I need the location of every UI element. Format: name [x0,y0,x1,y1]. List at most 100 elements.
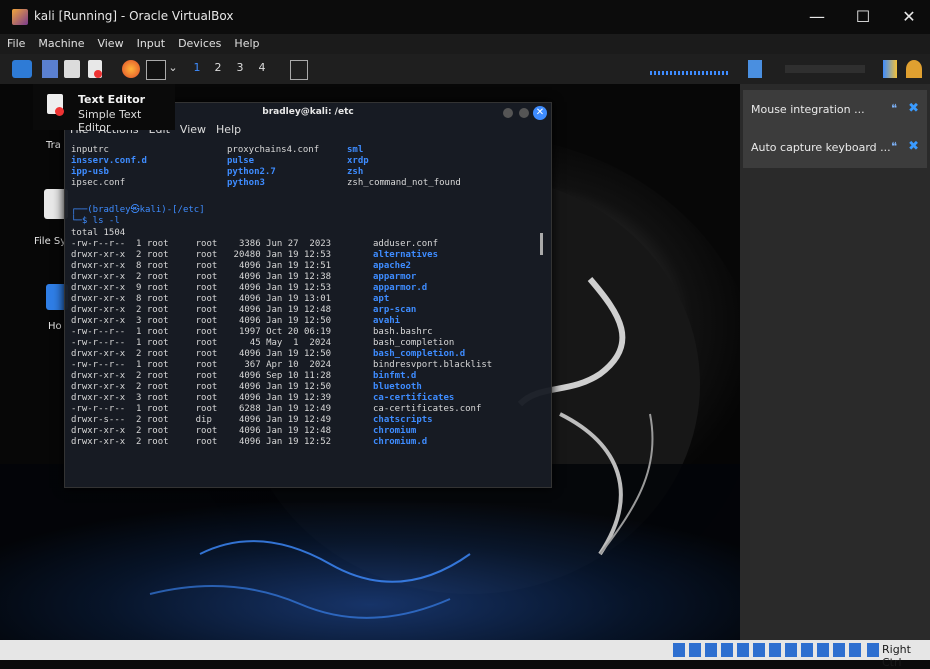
ls-entry-dir: sml [347,145,364,155]
vm-status-bar: Right Ctrl [0,640,930,669]
listing-row-dir-name: binfmt.d [373,371,417,381]
listing-row-dir-name: chatscripts [373,415,433,425]
text-editor-badge-icon [94,70,102,78]
listing-row-dir-name: chromium [373,426,417,436]
workspace-1[interactable]: 1 [190,61,204,74]
listing-row-file-name: ca-certificates.conf [373,404,482,414]
close-button[interactable]: ✕ [886,0,930,34]
taskbar-terminal-window-icon[interactable] [290,60,308,80]
command-line: └─$ ls -l [71,216,120,226]
notification-mouse-integration[interactable]: Mouse integration ... ❝ ✖ [743,90,927,130]
minimize-button[interactable]: — [794,0,840,34]
desktop-home-label[interactable]: Ho [48,321,62,332]
ls-entry: proxychains4.conf [227,145,320,155]
listing-row-dir-name: arp-scan [373,305,417,315]
chevron-down-icon[interactable]: ⌄ [166,61,180,74]
listing-row-meta: -rw-r--r-- 1 root root 1997 Oct 20 06:19 [71,327,332,337]
listing-row-meta: -rw-r--r-- 1 root root 45 May 1 2024 [71,338,332,348]
listing-row-dir-name: apparmor.d [373,283,428,293]
listing-row-file-name: bash.bashrc [373,327,433,337]
listing-row-meta: drwxr-xr-x 3 root root 4096 Jan 19 12:50 [71,316,332,326]
device-status-icons[interactable] [673,643,863,657]
ls-entry-dir: python2.7 [227,167,276,177]
terminal-window[interactable]: bradley@kali: /etc ✕ FileActionsEditView… [64,102,552,488]
listing-row-meta: drwxr-xr-x 2 root root 4096 Jan 19 12:50 [71,382,332,392]
ls-entry-dir: pulse [227,156,255,166]
menu-devices[interactable]: Devices [171,34,227,50]
terminal-close-icon[interactable]: ✕ [533,106,547,120]
desktop-trash-label[interactable]: Tra [46,140,61,151]
window-titlebar: kali [Running] - Oracle VirtualBox — ☐ ✕ [0,0,930,34]
listing-row-meta: drwxr-xr-x 8 root root 4096 Jan 19 13:01 [71,294,332,304]
listing-row-dir-name: apparmor [373,272,417,282]
close-icon[interactable]: ✖ [908,101,919,116]
workspace-4[interactable]: 4 [255,61,269,74]
listing-row-meta: drwxr-xr-x 2 root root 4096 Jan 19 12:38 [71,272,332,282]
keyboard-capture-icon[interactable] [867,643,879,657]
tooltip-subtitle: Simple Text Editor [78,108,142,134]
window-title: kali [Running] - Oracle VirtualBox [34,9,234,23]
listing-row-meta: drwxr-xr-x 2 root root 4096 Jan 19 12:48 [71,426,332,436]
terminal-menu-help[interactable]: Help [211,123,246,136]
menu-input[interactable]: Input [130,34,171,50]
file-manager-icon[interactable] [64,60,80,78]
ls-entry-dir: python3 [227,178,265,188]
virtualbox-app-icon [12,9,28,25]
desktop-filesystem-label[interactable]: File Sy [34,236,66,247]
listing-row-meta: drwxr-xr-x 2 root root 4096 Jan 19 12:50 [71,349,332,359]
info-icon[interactable]: ❝ [891,102,897,115]
notification-sidebar: Mouse integration ... ❝ ✖ Auto capture k… [740,84,930,640]
menu-machine[interactable]: Machine [31,34,90,50]
listing-row-dir-name: apt [373,294,390,304]
ls-entry-dir: ipp-usb [71,167,109,177]
listing-row-meta: -rw-r--r-- 1 root root 367 Apr 10 2024 [71,360,332,370]
host-key-label: Right Ctrl [882,643,911,669]
tray-status-icon[interactable] [883,60,897,78]
show-desktop-icon[interactable] [42,60,58,78]
listing-row-meta: drwxr-xr-x 2 root root 4096 Sep 10 11:28 [71,371,332,381]
notification-auto-capture[interactable]: Auto capture keyboard ... ❝ ✖ [743,128,927,168]
terminal-minimize-icon[interactable] [503,108,513,118]
workspace-2[interactable]: 2 [211,61,225,74]
menu-help[interactable]: Help [227,34,265,50]
ls-entry-dir: zsh [347,167,364,177]
cpu-graph-icon [650,71,730,75]
firefox-icon[interactable] [122,60,140,78]
ls-entry: inputrc [71,145,109,155]
listing-row-meta: drwxr-xr-x 9 root root 4096 Jan 19 12:53 [71,283,332,293]
tray-user-icon[interactable] [906,60,922,78]
menu-view[interactable]: View [90,34,129,50]
total-line: total 1504 [71,228,126,238]
tray-indicators [785,65,865,73]
listing-row-file-name: bash_completion [373,338,455,348]
info-icon[interactable]: ❝ [891,140,897,153]
menu-file[interactable]: File [0,34,31,50]
listing-row-dir-name: avahi [373,316,401,326]
notification-text: Mouse integration ... [751,103,865,116]
tray-network-icon[interactable] [748,60,762,78]
kali-menu-icon[interactable] [12,60,32,78]
terminal-menu-view[interactable]: View [175,123,211,136]
ls-entry-dir: xrdp [347,156,369,166]
terminal-output[interactable]: inputrc proxychains4.conf sml insserv.co… [65,141,535,481]
close-icon[interactable]: ✖ [908,139,919,154]
tooltip-title: Text Editor [78,93,146,106]
terminal-icon[interactable] [146,60,166,80]
terminal-scrollbar[interactable] [540,233,543,255]
ls-entry: ipsec.conf [71,178,126,188]
maximize-button[interactable]: ☐ [840,0,886,34]
ls-entry-dir: insserv.conf.d [71,156,147,166]
listing-row-dir-name: ca-certificates [373,393,455,403]
workspace-3[interactable]: 3 [233,61,247,74]
listing-row-meta: drwxr-xr-x 2 root root 4096 Jan 19 12:48 [71,305,332,315]
launcher-tooltip: Text Editor Simple Text Editor [33,84,175,134]
menu-bar: File Machine View Input Devices Help [0,34,930,54]
terminal-maximize-icon[interactable] [519,108,529,118]
listing-row-dir-name: bash_completion.d [373,349,466,359]
ls-entry: zsh_command_not_found [347,178,461,188]
listing-row-dir-name: alternatives [373,250,439,260]
listing-row-meta: drwxr-xr-x 3 root root 4096 Jan 19 12:39 [71,393,332,403]
listing-row-meta: drwxr-xr-x 8 root root 4096 Jan 19 12:51 [71,261,332,271]
listing-row-meta: drwxr-s--- 2 root dip 4096 Jan 19 12:49 [71,415,332,425]
listing-row-meta: -rw-r--r-- 1 root root 3386 Jun 27 2023 [71,239,332,249]
